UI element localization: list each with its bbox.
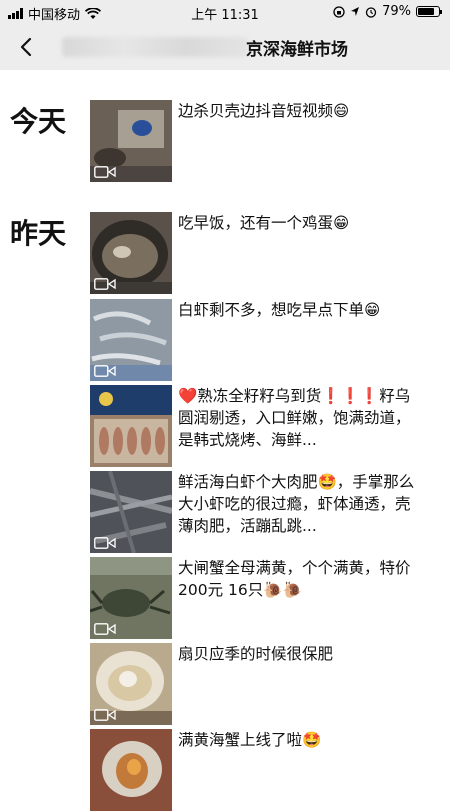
post-caption: 白虾剩不多，想吃早点下单😁 <box>178 301 381 319</box>
sea-crab-photo <box>90 729 172 811</box>
page-title: 京深海鲜市场 <box>246 40 348 60</box>
video-icon <box>94 278 116 290</box>
video-icon <box>94 166 116 178</box>
post-caption: 吃早饭，还有一个鸡蛋😁 <box>178 214 350 232</box>
battery-percent: 79% <box>382 4 411 19</box>
post-item[interactable]: 鲜活海白虾个大肉肥🤩，手掌那么大小虾吃的很过瘾，虾体通透，壳薄肉肥，活蹦乱跳..… <box>90 471 440 553</box>
post-thumbnail[interactable] <box>90 212 172 294</box>
post-thumbnail[interactable] <box>90 100 172 182</box>
post-thumbnail[interactable] <box>90 299 172 381</box>
post-thumbnail[interactable] <box>90 729 172 811</box>
video-icon <box>94 709 116 721</box>
nav-bar: 京深海鲜市场 <box>0 24 450 70</box>
post-caption: 鲜活海白虾个大肉肥🤩，手掌那么大小虾吃的很过瘾，虾体通透，壳薄肉肥，活蹦乱跳..… <box>178 473 415 535</box>
post-thumbnail[interactable] <box>90 557 172 639</box>
post-caption: 扇贝应季的时候很保肥 <box>178 645 334 663</box>
video-icon <box>94 623 116 635</box>
post-caption: 满黄海蟹上线了啦🤩 <box>178 731 322 749</box>
back-arrow-icon[interactable] <box>16 36 38 58</box>
post-item[interactable]: 扇贝应季的时候很保肥 <box>90 643 440 725</box>
post-item[interactable]: ❤️熟冻全籽籽乌到货❗❗❗籽乌圆润剔透，入口鲜嫩，饱满劲道，是韩式烧烤、海鲜..… <box>90 385 440 467</box>
post-item[interactable]: 白虾剩不多，想吃早点下单😁 <box>90 299 440 381</box>
alarm-icon <box>365 6 377 18</box>
post-thumbnail[interactable] <box>90 385 172 467</box>
post-item[interactable]: 吃早饭，还有一个鸡蛋😁 <box>90 212 440 294</box>
status-right: 79% <box>333 4 442 19</box>
blurred-user-name <box>62 37 248 57</box>
location-icon <box>351 7 360 16</box>
post-caption: 边杀贝壳边抖音短视频😄 <box>178 102 350 120</box>
orientation-lock-icon <box>333 5 345 18</box>
post-item[interactable]: 边杀贝壳边抖音短视频😄 <box>90 100 440 182</box>
video-icon <box>94 365 116 377</box>
post-item[interactable]: 满黄海蟹上线了啦🤩 <box>90 729 440 811</box>
post-caption: ❤️熟冻全籽籽乌到货❗❗❗籽乌圆润剔透，入口鲜嫩，饱满劲道，是韩式烧烤、海鲜..… <box>178 387 411 449</box>
battery-icon <box>416 6 442 17</box>
post-thumbnail[interactable] <box>90 643 172 725</box>
post-item[interactable]: 大闸蟹全母满黄，个个满黄，特价 200元 16只🐌🐌 <box>90 557 440 639</box>
battery-fill <box>418 8 434 15</box>
day-label-today: 今天 <box>10 105 67 138</box>
post-caption: 大闸蟹全母满黄，个个满黄，特价 200元 16只🐌🐌 <box>178 559 411 599</box>
squid-box-photo <box>90 385 172 467</box>
day-label-yesterday: 昨天 <box>10 217 67 250</box>
post-thumbnail[interactable] <box>90 471 172 553</box>
status-bar: 中国移动 上午 11:31 79% <box>0 0 450 24</box>
video-icon <box>94 537 116 549</box>
